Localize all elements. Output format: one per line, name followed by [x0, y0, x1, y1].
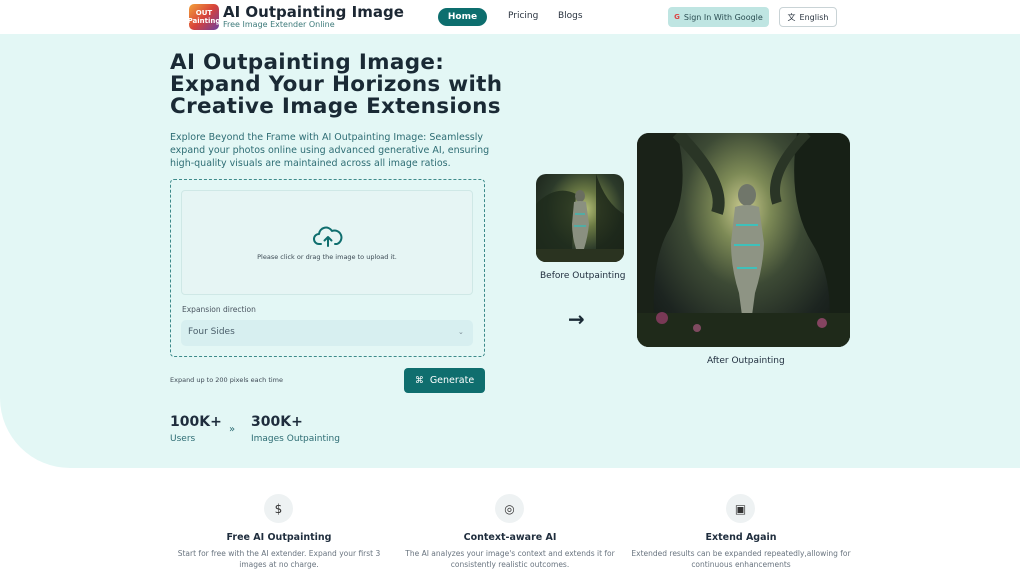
- page: OUT Painting AI Outpainting Image Free I…: [0, 0, 1020, 574]
- drop-instructions: Please click or drag the image to upload…: [257, 253, 397, 261]
- brain-icon: ◎: [495, 494, 524, 523]
- site-title[interactable]: AI Outpainting Image: [223, 3, 404, 21]
- hero-title-line: AI Outpainting Image:: [170, 50, 445, 75]
- after-label: After Outpainting: [707, 356, 785, 366]
- chevrons-right-icon: »: [229, 424, 236, 435]
- expand-note: Expand up to 200 pixels each time: [170, 376, 284, 384]
- stat-users-label: Users: [170, 434, 196, 444]
- feature-title: Context-aware AI: [463, 532, 557, 543]
- site-subtitle: Free Image Extender Online: [223, 20, 335, 29]
- expansion-direction-label: Expansion direction: [182, 305, 256, 314]
- sparkle-icon: ⌘: [414, 375, 424, 386]
- hero-title: AI Outpainting Image: Expand Your Horizo…: [170, 52, 530, 118]
- nav-home[interactable]: Home: [438, 8, 487, 26]
- arrow-right-icon: →: [568, 307, 585, 331]
- cloud-upload-icon: [313, 226, 343, 247]
- nav-pricing[interactable]: Pricing: [508, 11, 538, 21]
- sign-in-google-button[interactable]: G Sign In With Google: [668, 7, 769, 27]
- dollar-icon: $: [264, 494, 293, 523]
- feature-title: Extend Again: [705, 532, 777, 543]
- logo-text: OUT Painting: [189, 9, 219, 25]
- language-label: English: [799, 12, 829, 22]
- hero-title-line: Creative Image Extensions: [170, 94, 501, 119]
- before-label: Before Outpainting: [540, 271, 626, 281]
- language-button[interactable]: 文 English: [779, 7, 837, 27]
- translate-icon: 文: [787, 12, 796, 22]
- hero-description: Explore Beyond the Frame with AI Outpain…: [170, 132, 490, 169]
- before-image: [536, 174, 624, 262]
- stat-images-value: 300K+: [251, 414, 303, 430]
- feature-description: Extended results can be expanded repeate…: [631, 549, 851, 569]
- after-image: [637, 133, 850, 347]
- google-icon: G: [674, 13, 680, 21]
- hero-title-line: Expand Your Horizons with: [170, 72, 503, 97]
- stat-users-value: 100K+: [170, 414, 222, 430]
- chevron-down-icon: ⌄: [458, 328, 464, 336]
- header: OUT Painting AI Outpainting Image Free I…: [0, 0, 1020, 34]
- feature-description: The AI analyzes your image's context and…: [405, 549, 615, 569]
- extend-icon: ▣: [726, 494, 755, 523]
- sign-in-label: Sign In With Google: [683, 12, 763, 22]
- generate-label: Generate: [429, 375, 475, 386]
- feature-title: Free AI Outpainting: [226, 532, 332, 543]
- generate-button[interactable]: ⌘ Generate: [404, 368, 485, 393]
- nav-blogs[interactable]: Blogs: [558, 11, 583, 21]
- logo[interactable]: OUT Painting: [189, 4, 219, 30]
- feature-description: Start for free with the AI extender. Exp…: [177, 549, 381, 569]
- stat-images-label: Images Outpainting: [251, 434, 340, 444]
- expansion-direction-value: Four Sides: [188, 327, 235, 337]
